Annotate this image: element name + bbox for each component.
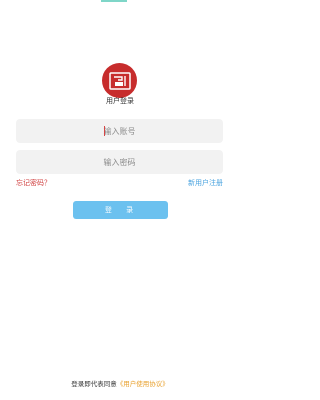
page-title: 用户登录: [106, 97, 134, 105]
login-button-label: 登 录: [104, 206, 137, 214]
top-accent-bar: [101, 0, 127, 2]
password-input[interactable]: [16, 150, 223, 174]
login-button[interactable]: 登 录: [73, 201, 168, 219]
register-link[interactable]: 新用户注册: [188, 178, 223, 188]
agreement-prefix: 登录即代表同意: [71, 380, 117, 388]
mobile-crane-icon: [108, 71, 131, 90]
account-input[interactable]: [16, 119, 223, 143]
agreement-notice: 登录即代表同意《用户使用协议》: [0, 378, 240, 388]
text-caret: [104, 126, 105, 136]
user-agreement-link[interactable]: 《用户使用协议》: [117, 380, 169, 388]
forgot-password-link[interactable]: 忘记密码？: [16, 178, 51, 188]
app-logo: [102, 63, 137, 98]
